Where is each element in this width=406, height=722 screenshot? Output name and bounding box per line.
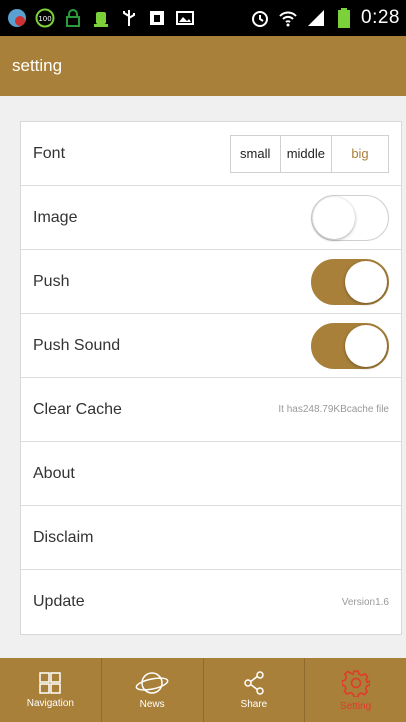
nav-label-news: News — [139, 698, 165, 710]
nav-item-navigation[interactable]: Navigation — [0, 658, 102, 722]
font-size-selector: small middle big — [229, 134, 389, 173]
disclaim-label: Disclaim — [33, 528, 94, 546]
page-title: setting — [12, 56, 63, 75]
toggle-knob — [345, 260, 387, 303]
gear-icon — [341, 669, 370, 697]
nav-item-setting[interactable]: Setting — [305, 658, 406, 722]
nav-label-setting: Setting — [340, 700, 372, 712]
push-sound-row: Push Sound — [21, 314, 401, 378]
wifi-icon — [277, 7, 299, 29]
image-toggle[interactable] — [311, 194, 389, 241]
usb-icon — [118, 7, 140, 29]
push-sound-label: Push Sound — [33, 336, 121, 354]
lock-icon — [62, 7, 84, 29]
android-icon — [90, 7, 112, 29]
battery-100-icon: 100 — [34, 7, 56, 29]
battery-icon — [333, 7, 355, 29]
title-bar: setting — [0, 36, 406, 96]
push-row: Push — [21, 250, 401, 314]
nav-label-share: Share — [240, 698, 268, 710]
font-big-option[interactable]: big — [332, 136, 388, 172]
share-icon — [243, 670, 265, 695]
image-row: Image — [21, 186, 401, 250]
signal-icon — [305, 7, 327, 29]
font-label: Font — [33, 144, 66, 162]
planet-icon — [135, 671, 169, 695]
font-middle-option[interactable]: middle — [281, 135, 332, 172]
font-small-option[interactable]: small — [231, 135, 281, 172]
push-toggle[interactable] — [311, 258, 389, 305]
app-icon — [6, 7, 28, 29]
image-icon — [174, 7, 196, 29]
status-time: 0:28 — [361, 7, 400, 28]
about-label: About — [33, 464, 75, 482]
nav-item-news[interactable]: News — [102, 658, 204, 722]
clear-cache-label: Clear Cache — [33, 400, 122, 418]
status-bar: 100 0:28 — [0, 0, 406, 36]
cache-size-info: It has248.79KBcache file — [278, 404, 389, 415]
update-row[interactable]: Update Version1.6 — [21, 570, 401, 634]
nav-item-share[interactable]: Share — [204, 658, 306, 722]
grid-icon — [39, 671, 62, 694]
disclaim-row[interactable]: Disclaim — [21, 506, 401, 570]
toggle-knob — [345, 324, 387, 367]
about-row[interactable]: About — [21, 442, 401, 506]
clear-cache-row[interactable]: Clear Cache It has248.79KBcache file — [21, 378, 401, 442]
font-row: Font small middle big — [21, 122, 401, 186]
settings-list: Font small middle big Image Push Push So… — [20, 121, 402, 635]
push-label: Push — [33, 272, 70, 290]
toggle-knob — [313, 196, 355, 239]
nav-label-navigation: Navigation — [26, 697, 74, 709]
alarm-icon — [249, 7, 271, 29]
update-label: Update — [33, 593, 85, 610]
image-label: Image — [33, 208, 78, 226]
svg-text:100: 100 — [38, 15, 51, 23]
sim-icon — [146, 7, 168, 29]
push-sound-toggle[interactable] — [311, 322, 389, 369]
version-info: Version1.6 — [341, 596, 389, 608]
bottom-nav: Navigation News Share Setting — [0, 658, 406, 722]
